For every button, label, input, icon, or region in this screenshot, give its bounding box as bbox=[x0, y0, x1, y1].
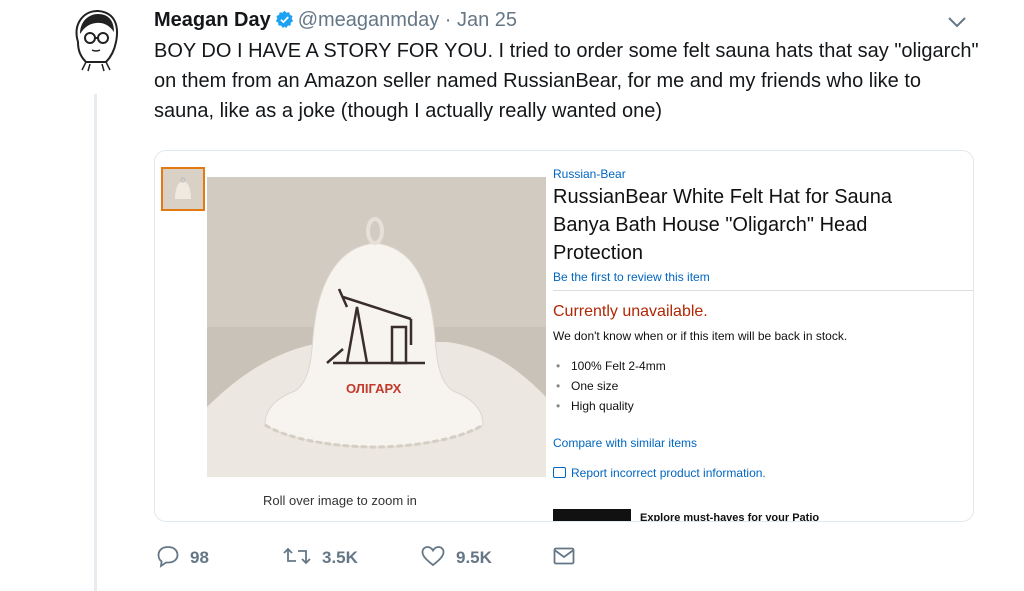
like-icon bbox=[420, 544, 456, 573]
like-count: 9.5K bbox=[456, 548, 492, 567]
tweet-date[interactable]: Jan 25 bbox=[457, 9, 517, 31]
list-item: High quality bbox=[553, 396, 666, 416]
availability-status: Currently unavailable. bbox=[553, 303, 708, 320]
patio-banner-text[interactable]: Explore must-haves for your Patio bbox=[640, 512, 819, 521]
retweet-icon bbox=[282, 544, 322, 573]
hat-label: ОЛІГАРХ bbox=[346, 381, 402, 396]
tweet-header: Meagan Day @meaganmday · Jan 25 bbox=[154, 6, 517, 37]
stock-note: We don't know when or if this item will … bbox=[553, 329, 848, 343]
product-image[interactable]: ОЛІГАРХ bbox=[207, 177, 546, 477]
report-link[interactable]: Report incorrect product information. bbox=[553, 466, 766, 480]
report-link-label: Report incorrect product information. bbox=[571, 466, 766, 480]
retweet-button[interactable]: 3.5K bbox=[282, 540, 358, 576]
reply-icon bbox=[156, 544, 190, 573]
tweet-text: BOY DO I HAVE A STORY FOR YOU. I tried t… bbox=[154, 40, 979, 122]
retweet-count: 3.5K bbox=[322, 548, 358, 567]
divider bbox=[553, 290, 973, 291]
patio-banner-block bbox=[553, 509, 631, 521]
display-name[interactable]: Meagan Day bbox=[154, 9, 271, 31]
report-icon bbox=[553, 467, 566, 478]
thread-line bbox=[94, 94, 97, 591]
feature-list: 100% Felt 2-4mm One size High quality bbox=[553, 356, 666, 416]
brand-link[interactable]: Russian-Bear bbox=[553, 167, 626, 181]
dm-button[interactable] bbox=[552, 540, 586, 576]
separator: · bbox=[444, 9, 452, 31]
reply-button[interactable]: 98 bbox=[156, 540, 209, 576]
reply-count: 98 bbox=[190, 548, 209, 567]
list-item: 100% Felt 2-4mm bbox=[553, 356, 666, 376]
dm-icon bbox=[552, 544, 586, 573]
review-link[interactable]: Be the first to review this item bbox=[553, 270, 710, 284]
user-handle[interactable]: @meaganmday bbox=[298, 9, 439, 31]
like-button[interactable]: 9.5K bbox=[420, 540, 492, 576]
tweet-actions: 98 3.5K 9.5K bbox=[156, 540, 606, 576]
verified-badge-icon bbox=[275, 9, 294, 37]
list-item: One size bbox=[553, 376, 666, 396]
product-title: RussianBear White Felt Hat for Sauna Ban… bbox=[553, 186, 893, 264]
embedded-image-card[interactable]: ОЛІГАРХ Roll over image to zoom in Russi… bbox=[154, 150, 974, 522]
chevron-down-icon[interactable] bbox=[944, 10, 970, 34]
avatar[interactable] bbox=[66, 8, 126, 72]
product-thumbnail[interactable] bbox=[161, 167, 205, 211]
compare-link[interactable]: Compare with similar items bbox=[553, 436, 697, 450]
zoom-hint: Roll over image to zoom in bbox=[263, 493, 417, 508]
